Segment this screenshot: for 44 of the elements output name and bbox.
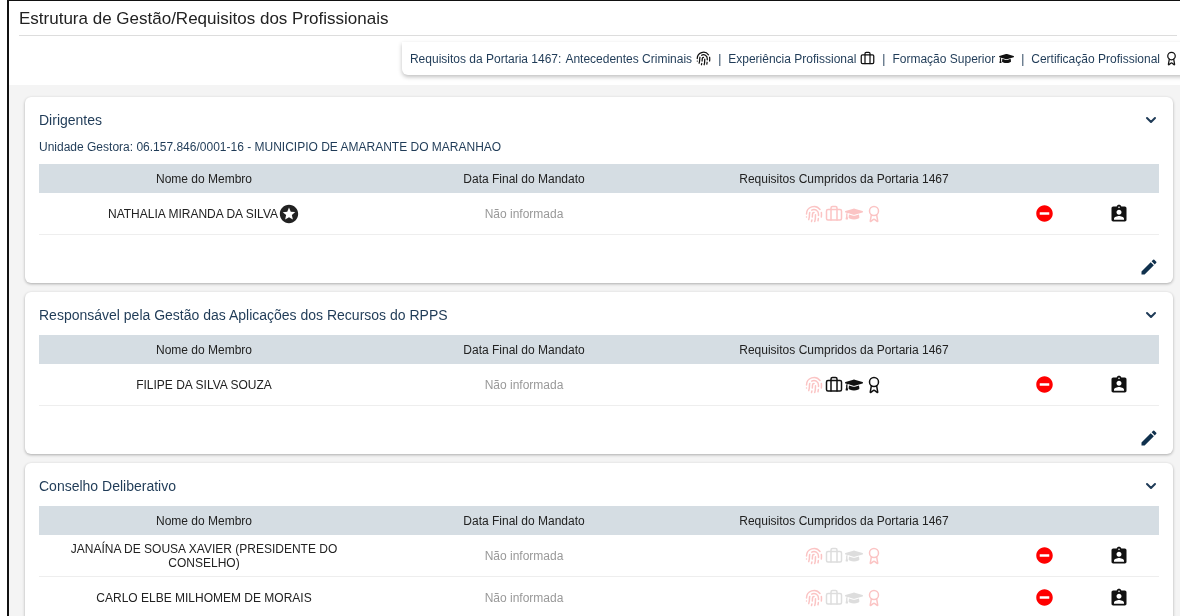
column-header: Data Final do Mandato: [462, 513, 586, 528]
column-header: Nome do Membro: [154, 513, 253, 528]
legend-separator: |: [1021, 51, 1025, 66]
id-badge-icon[interactable]: [1109, 587, 1129, 608]
id-badge-icon[interactable]: [1109, 374, 1129, 395]
mandate-date: Não informada: [483, 377, 565, 392]
column-header: Data Final do Mandato: [462, 342, 586, 357]
section-title: Conselho Deliberativo: [39, 478, 176, 494]
column-header: Nome do Membro: [154, 342, 253, 357]
legend-item: Formação Superior: [892, 51, 996, 66]
member-name: CARLO ELBE MILHOMEM DE MORAIS: [95, 590, 313, 605]
section-title: Responsável pela Gestão das Aplicações dos Recursos do RPPS: [39, 307, 448, 323]
remove-icon[interactable]: [1035, 205, 1053, 222]
edit-icon[interactable]: [1139, 257, 1159, 277]
award-icon: [1164, 51, 1179, 66]
remove-icon[interactable]: [1035, 376, 1053, 393]
column-header: Requisitos Cumpridos da Portaria 1467: [738, 342, 950, 357]
column-header: Data Final do Mandato: [462, 171, 586, 186]
member-name: NATHALIA MIRANDA DA SILVA: [39, 202, 369, 225]
graduation-cap-icon: [999, 51, 1015, 66]
member-name: JANAÍNA DE SOUSA XAVIER (PRESIDENTE DO CONSELHO): [69, 541, 339, 570]
briefcase-icon: [860, 51, 876, 66]
remove-icon[interactable]: [1035, 547, 1053, 564]
section-title: Dirigentes: [39, 112, 103, 128]
legend-item: Experiência Profissional: [728, 51, 857, 66]
column-header: Requisitos Cumpridos da Portaria 1467: [738, 171, 950, 186]
id-badge-icon[interactable]: [1109, 545, 1129, 566]
mandate-date: Não informada: [483, 548, 565, 563]
legend-separator: |: [718, 51, 722, 66]
column-header: Requisitos Cumpridos da Portaria 1467: [738, 513, 950, 528]
edit-icon[interactable]: [1139, 428, 1159, 448]
legend-separator: |: [882, 51, 886, 66]
id-badge-icon[interactable]: [1109, 203, 1129, 224]
legend-item: Antecedentes Criminais: [565, 51, 693, 66]
legend-item: Certificação Profissional: [1031, 51, 1160, 66]
member-name: FILIPE DA SILVA SOUZA: [135, 377, 273, 392]
legend-label: Requisitos da Portaria 1467:: [409, 51, 562, 66]
column-header: Nome do Membro: [154, 171, 253, 186]
fingerprint-icon: [696, 51, 712, 66]
unit-label: Unidade Gestora: 06.157.846/0001-16 - MUNICIPIO DE AMARANTE DO MARANHAO: [39, 140, 503, 154]
mandate-date: Não informada: [483, 206, 565, 221]
remove-icon[interactable]: [1035, 589, 1053, 606]
page-title: Estrutura de Gestão/Requisitos dos Profissionais: [19, 1, 1177, 36]
mandate-date: Não informada: [483, 590, 565, 605]
